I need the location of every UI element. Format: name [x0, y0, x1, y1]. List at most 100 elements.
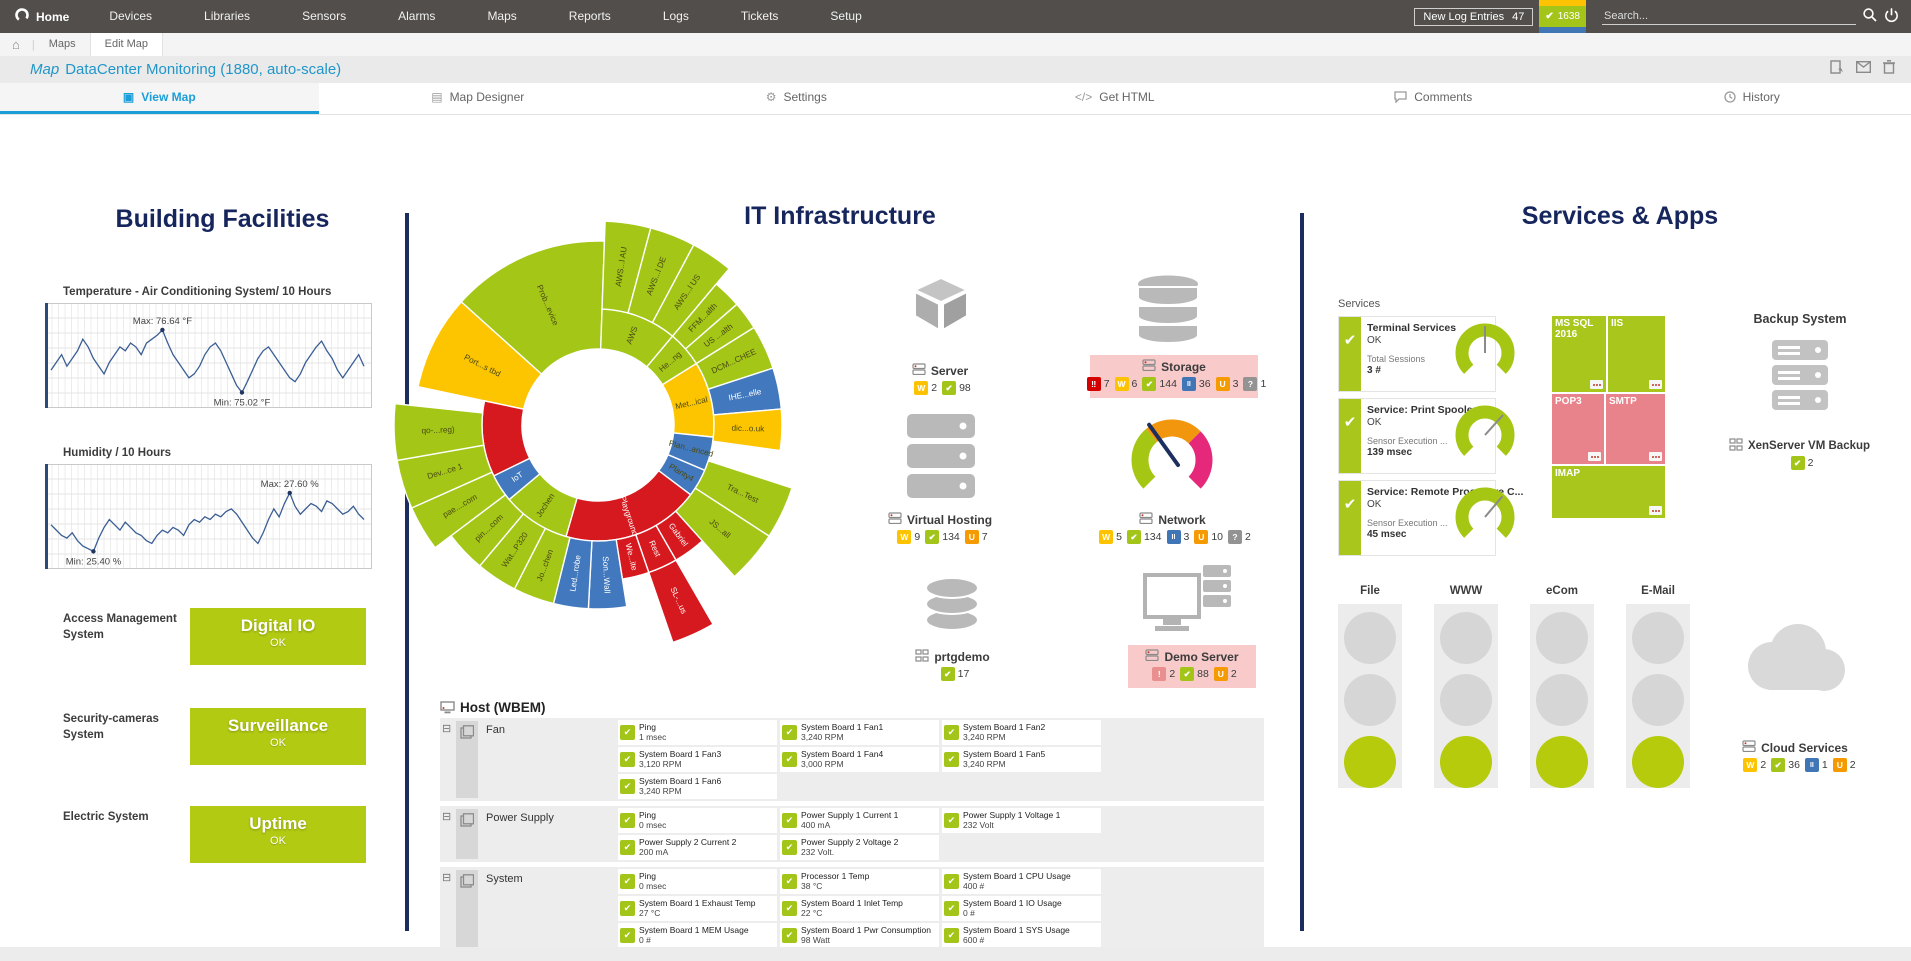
disks-icon[interactable] [924, 574, 980, 632]
breadcrumb-edit-map[interactable]: Edit Map [90, 33, 163, 56]
status-badge-unusual[interactable]: U [965, 530, 979, 544]
network-gauge[interactable] [1125, 413, 1220, 508]
status-badge-down_ack[interactable]: ! [1152, 667, 1166, 681]
status-badge-paused[interactable]: II [1805, 758, 1819, 772]
storage-node-label[interactable]: Storage [1090, 359, 1258, 374]
sensor-cell[interactable]: ✔System Board 1 Fan23,240 RPM [942, 720, 1101, 745]
status-badge-unusual[interactable]: U [1214, 667, 1228, 681]
home-icon[interactable]: ⌂ [0, 37, 32, 52]
breadcrumb-maps[interactable]: Maps [35, 33, 90, 56]
collapse-icon[interactable]: ⊟ [442, 810, 451, 823]
status-circle[interactable] [1536, 612, 1588, 664]
tab-map-designer[interactable]: ▤Map Designer [319, 83, 638, 114]
tab-get-html[interactable]: </>Get HTML [956, 83, 1275, 114]
status-badge-ok[interactable]: ✔ [942, 381, 956, 395]
status-badge-ok[interactable]: ✔ [1142, 377, 1156, 391]
collapse-icon[interactable]: ⊟ [442, 871, 451, 884]
digital-io-block[interactable]: Digital IO OK [190, 608, 366, 665]
wbem-row-header[interactable]: ⊟System [440, 867, 618, 950]
uptime-block[interactable]: Uptime OK [190, 806, 366, 863]
sensor-cell[interactable]: ✔Power Supply 2 Current 2200 mA [618, 835, 777, 860]
sunburst-chart[interactable]: Prob...evicePort...s tbdAWSHe...ngMet...… [393, 215, 808, 660]
status-badge-warning[interactable]: W [897, 530, 911, 544]
status-badge-warning[interactable]: W [1099, 530, 1113, 544]
xenserver-backup-label[interactable]: XenServer VM Backup [1712, 438, 1887, 454]
sensor-cell[interactable]: ✔System Board 1 Fan43,000 RPM [780, 747, 939, 772]
status-circle[interactable] [1632, 736, 1684, 788]
status-circle[interactable] [1632, 674, 1684, 726]
sensor-cell[interactable]: ✔Ping1 msec [618, 720, 777, 745]
sensor-cell[interactable]: ✔System Board 1 Pwr Consumption98 Watt [780, 923, 939, 948]
sensor-cell[interactable]: ✔Ping0 msec [618, 869, 777, 894]
status-circle[interactable] [1344, 612, 1396, 664]
status-circle[interactable] [1344, 674, 1396, 726]
email-icon[interactable] [1856, 60, 1871, 79]
sensor-cell[interactable]: ✔Power Supply 2 Voltage 2232 Volt. [780, 835, 939, 860]
collapse-icon[interactable]: ⊟ [442, 722, 451, 735]
server-node-label[interactable]: Server [870, 363, 1010, 378]
backup-server-icon[interactable] [1770, 338, 1830, 414]
sensor-cell[interactable]: ✔System Board 1 Exhaust Temp27 °C [618, 896, 777, 921]
cloud-services-label[interactable]: Cloud Services [1720, 740, 1870, 755]
sensor-cell[interactable]: ✔System Board 1 Fan53,240 RPM [942, 747, 1101, 772]
database-icon[interactable] [1136, 274, 1200, 348]
nav-item-devices[interactable]: Devices [83, 0, 178, 33]
nav-item-libraries[interactable]: Libraries [178, 0, 276, 33]
demo-server-node-label[interactable]: Demo Server [1128, 649, 1256, 664]
home-nav[interactable]: Home [0, 7, 83, 26]
status-badge-ok[interactable]: ✔ [1771, 758, 1785, 772]
sensor-cell[interactable]: ✔Processor 1 Temp38 °C [780, 869, 939, 894]
status-badge-unusual[interactable]: U [1833, 758, 1847, 772]
tab-history[interactable]: History [1593, 83, 1911, 114]
report-icon[interactable] [1830, 60, 1844, 79]
network-node-label[interactable]: Network [1100, 512, 1245, 527]
status-badge-ok[interactable]: ✔ [1791, 456, 1805, 470]
status-badge-ok[interactable]: ✔ [1180, 667, 1194, 681]
wbem-row-header[interactable]: ⊟Fan [440, 718, 618, 801]
nav-item-maps[interactable]: Maps [461, 0, 542, 33]
search-icon[interactable] [1862, 7, 1878, 26]
temperature-chart[interactable]: Max: 76.64 °FMin: 75.02 °F [45, 303, 372, 408]
global-badge-ok[interactable]: ✔1638 [1539, 6, 1586, 27]
status-badge-unknown[interactable]: ? [1243, 377, 1257, 391]
treemap-tile-smtp[interactable]: SMTP [1606, 394, 1665, 464]
nav-item-alarms[interactable]: Alarms [372, 0, 461, 33]
new-log-entries-button[interactable]: New Log Entries 47 [1414, 8, 1533, 26]
treemap-tile-pop3[interactable]: POP3 [1552, 394, 1604, 464]
status-badge-paused[interactable]: II [1167, 530, 1181, 544]
status-badge-paused[interactable]: II [1182, 377, 1196, 391]
sensor-cell[interactable]: ✔Power Supply 1 Current 1400 mA [780, 808, 939, 833]
wbem-row-header[interactable]: ⊟Power Supply [440, 806, 618, 862]
sensor-cell[interactable]: ✔System Board 1 IO Usage0 # [942, 896, 1101, 921]
humidity-chart[interactable]: Max: 27.60 %Min: 25.40 % [45, 464, 372, 569]
sensor-cell[interactable]: ✔System Board 1 SYS Usage600 # [942, 923, 1101, 948]
virtual-hosting-node-label[interactable]: Virtual Hosting [865, 512, 1015, 527]
status-circle[interactable] [1344, 736, 1396, 788]
workstation-icon[interactable] [1143, 563, 1233, 635]
status-circle[interactable] [1536, 736, 1588, 788]
search-input[interactable] [1602, 8, 1856, 25]
status-badge-ok[interactable]: ✔ [925, 530, 939, 544]
nav-item-setup[interactable]: Setup [804, 0, 887, 33]
status-badge-ok[interactable]: ✔ [1127, 530, 1141, 544]
cube-icon[interactable] [912, 276, 970, 332]
sensor-cell[interactable]: ✔Ping0 msec [618, 808, 777, 833]
logout-icon[interactable] [1884, 8, 1899, 26]
status-circle[interactable] [1440, 736, 1492, 788]
sensor-cell[interactable]: ✔System Board 1 Fan13,240 RPM [780, 720, 939, 745]
nav-item-sensors[interactable]: Sensors [276, 0, 372, 33]
status-circle[interactable] [1632, 612, 1684, 664]
server-rack-icon[interactable] [905, 412, 977, 504]
delete-icon[interactable] [1883, 60, 1895, 79]
status-circle[interactable] [1440, 612, 1492, 664]
treemap-tile-ms-sql-2016[interactable]: MS SQL 2016 [1552, 316, 1606, 392]
status-badge-ok[interactable]: ✔ [941, 667, 955, 681]
surveillance-block[interactable]: Surveillance OK [190, 708, 366, 765]
status-badge-unusual[interactable]: U [1194, 530, 1208, 544]
sensor-cell[interactable]: ✔System Board 1 Fan63,240 RPM [618, 774, 777, 799]
tab-comments[interactable]: Comments [1274, 83, 1593, 114]
status-badge-warning[interactable]: W [1115, 377, 1129, 391]
treemap-tile-iis[interactable]: IIS [1608, 316, 1665, 392]
sensor-cell[interactable]: ✔System Board 1 CPU Usage400 # [942, 869, 1101, 894]
status-badge-warning[interactable]: W [1743, 758, 1757, 772]
